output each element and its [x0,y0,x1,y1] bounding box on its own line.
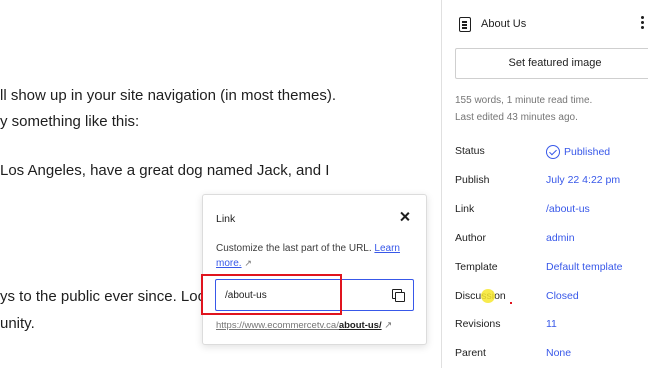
template-label: Template [455,261,498,273]
permalink-url[interactable]: https://www.ecommercetv.ca/about-us/ ↗ [216,320,392,331]
template-button[interactable]: Default template [546,261,622,273]
check-circle-icon [546,144,560,159]
author-label: Author [455,232,486,244]
revisions-button[interactable]: 11 [546,318,557,330]
discussion-button[interactable]: Closed [546,290,579,302]
status-value: Published [564,145,611,158]
link-label: Link [455,203,475,215]
publish-label: Publish [455,174,490,186]
paragraph-line[interactable]: y something like this: [0,113,139,130]
status-label: Status [455,145,485,157]
parent-label: Parent [455,347,486,359]
more-vertical-icon[interactable] [638,15,648,31]
author-button[interactable]: admin [546,232,575,244]
word-count-text: 155 words, 1 minute read time. [455,95,593,106]
paragraph-line[interactable]: Los Angeles, have a great dog named Jack… [0,162,329,179]
annotation-highlight-box [201,274,342,315]
set-featured-image-button[interactable]: Set featured image [455,48,648,79]
close-icon[interactable] [399,211,411,223]
mouse-cursor-highlight [481,289,495,303]
publish-date-button[interactable]: July 22 4:22 pm [546,174,620,186]
popover-title: Link [216,213,236,225]
link-popover: Link Customize the last part of the URL.… [202,194,427,345]
revisions-label: Revisions [455,318,501,330]
paragraph-line[interactable]: ys to the public ever since. Loca [0,288,213,305]
last-edited-text: Last edited 43 minutes ago. [455,112,578,123]
paragraph-line[interactable]: unity. [0,315,35,332]
popover-help-text: Customize the last part of the URL. Lear… [216,243,400,269]
page-icon [459,17,471,32]
settings-sidebar: About Us Set featured image 155 words, 1… [441,0,648,368]
copy-icon[interactable] [392,289,405,302]
link-value-button[interactable]: /about-us [546,203,590,215]
paragraph-line[interactable]: ll show up in your site navigation (in m… [0,87,336,104]
external-link-icon: ↗ [244,258,252,268]
status-value-button[interactable]: Published [546,143,610,159]
annotation-dot [510,302,512,304]
sidebar-header: About Us [442,0,648,44]
parent-button[interactable]: None [546,347,571,359]
page-title: About Us [481,18,527,30]
external-link-icon: ↗ [384,320,393,331]
